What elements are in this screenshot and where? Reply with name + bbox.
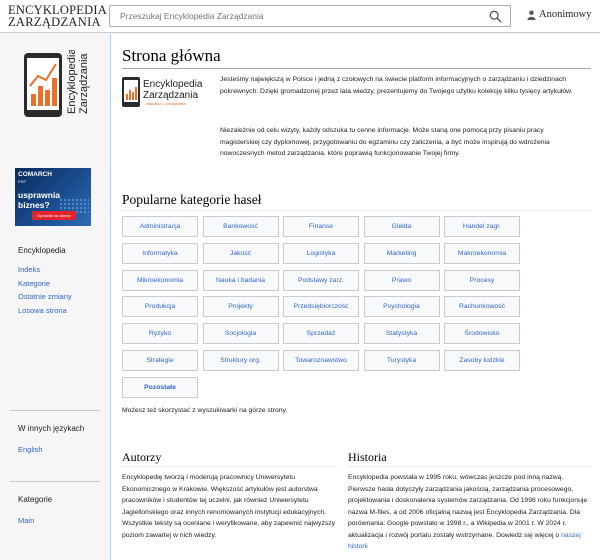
- category-button[interactable]: Socjologia: [202, 323, 279, 345]
- history-text: Encyklopedia powstała w 1995 roku, wówcz…: [348, 474, 588, 539]
- history-paragraph: Encyklopedia powstała w 1995 roku, wówcz…: [348, 472, 588, 553]
- category-button[interactable]: Handel zagr.: [444, 216, 520, 237]
- category-button[interactable]: Bankowość: [202, 216, 279, 237]
- ad-brand: COMARCH: [18, 171, 52, 178]
- title-divider: [122, 68, 591, 69]
- sidebar-item-random-page[interactable]: Losowa strona: [18, 304, 100, 318]
- intro-logo-subtitle: Zarządzania: [143, 90, 198, 101]
- comarch-ad-banner[interactable]: COMARCH ERP usprawnia biznes? Sprawdź za…: [15, 168, 91, 226]
- history-divider: [348, 466, 591, 467]
- category-button[interactable]: Marketing: [363, 242, 440, 264]
- category-button[interactable]: Jakość: [202, 242, 279, 264]
- category-button[interactable]: Psychologia: [363, 296, 440, 318]
- search-box: [109, 5, 511, 27]
- category-button[interactable]: Ryzyko: [122, 323, 198, 345]
- language-link-english[interactable]: English: [18, 443, 100, 457]
- languages-portal: W innych językach English: [10, 410, 100, 457]
- category-button[interactable]: Towaroznawstwo: [283, 350, 359, 371]
- category-button[interactable]: Makroekonomia: [444, 242, 520, 264]
- user-menu[interactable]: Anonimowy: [527, 9, 592, 20]
- category-button[interactable]: Prawo: [363, 269, 440, 291]
- category-button[interactable]: Giełda: [363, 216, 440, 237]
- category-button[interactable]: Projekty: [202, 296, 279, 318]
- category-button[interactable]: Pozostałe: [122, 376, 198, 398]
- category-button[interactable]: Strategie: [122, 350, 198, 371]
- categories-divider: [122, 210, 591, 211]
- sidebar-item-categories[interactable]: Kategorie: [18, 277, 100, 291]
- sidebar-logo[interactable]: Encyklopedia Zarządzania: [20, 50, 92, 122]
- intro-paragraph-2: Niezależnie od celu wizyty, każdy odszuk…: [220, 127, 550, 157]
- search-input[interactable]: [120, 6, 490, 26]
- category-button[interactable]: Turystyka: [363, 350, 440, 371]
- intro-logo-tagline: wszystko o zarządzaniu: [146, 102, 186, 106]
- sidebar-item-index[interactable]: Indeks: [18, 263, 100, 277]
- history-heading: Historia: [348, 450, 387, 464]
- sidebar: Encyklopedia Zarządzania COMARCH ERP usp…: [0, 34, 110, 560]
- category-button[interactable]: Struktury org.: [202, 350, 279, 371]
- search-icon[interactable]: [489, 10, 502, 23]
- sidebar-item-recent-changes[interactable]: Ostatnie zmiany: [18, 290, 100, 304]
- category-button[interactable]: Sprzedaż: [283, 323, 359, 345]
- category-button[interactable]: Statystyka: [363, 323, 440, 345]
- category-button[interactable]: Zasoby ludzkie: [444, 350, 520, 371]
- authors-divider: [122, 466, 338, 467]
- category-button[interactable]: Nauka i badania: [202, 269, 279, 291]
- category-button[interactable]: Procesy: [444, 269, 520, 291]
- category-link-main[interactable]: Main: [18, 514, 100, 528]
- intro-paragraph-1: Jesteśmy największą w Polsce i jedną z c…: [220, 76, 573, 95]
- user-name: Anonimowy: [539, 9, 592, 20]
- page-title: Strona główna: [122, 46, 221, 65]
- category-button[interactable]: Informatyka: [122, 242, 198, 264]
- category-button[interactable]: Mikroekonomia: [122, 269, 198, 291]
- ad-cta-button[interactable]: Sprawdź za darmo: [32, 211, 76, 220]
- intro-logo: Encyklopedia Zarządzania wszystko o zarz…: [122, 77, 203, 107]
- authors-heading: Autorzy: [122, 450, 162, 464]
- sidebar-logo-text-top: Encyklopedia: [66, 50, 78, 114]
- category-button[interactable]: Logistyka: [283, 242, 359, 264]
- ad-sub: ERP: [18, 179, 27, 184]
- top-header: ENCYKLOPEDIA ZARZĄDZANIA Anonimowy: [0, 0, 600, 33]
- category-button[interactable]: Rachunkowość: [444, 296, 520, 318]
- site-logo[interactable]: ENCYKLOPEDIA ZARZĄDZANIA: [8, 4, 107, 29]
- logo-line-2: ZARZĄDZANIA: [8, 15, 101, 29]
- category-button[interactable]: Administracja: [122, 216, 198, 237]
- sidebar-logo-text-bottom: Zarządzania: [78, 53, 90, 114]
- categories-portal: Kategorie Main: [10, 481, 100, 528]
- languages-heading: W innych językach: [18, 424, 85, 433]
- category-button[interactable]: Przedsiębiorczość: [283, 296, 359, 318]
- nav-portal: Encyklopedia Indeks Kategorie Ostatnie z…: [10, 246, 100, 317]
- user-icon: [527, 10, 536, 20]
- categories-heading: Kategorie: [18, 495, 53, 504]
- category-button[interactable]: Produkcja: [122, 296, 198, 318]
- main-content: Strona główna Encyklopedia Zarządzania w…: [110, 34, 600, 560]
- category-button[interactable]: Finanse: [283, 216, 359, 237]
- categories-section-heading: Popularne kategorie haseł: [122, 192, 262, 207]
- category-button[interactable]: Środowisko: [444, 323, 520, 345]
- authors-paragraph: Encyklopedię tworzą i moderują pracownic…: [122, 474, 336, 539]
- search-hint: Możesz też skorzystać z wyszukiwarki na …: [122, 407, 288, 414]
- nav-heading: Encyklopedia: [18, 246, 66, 255]
- intro-logo-title: Encyklopedia: [143, 79, 203, 90]
- category-button[interactable]: Podstawy zarz.: [283, 269, 359, 291]
